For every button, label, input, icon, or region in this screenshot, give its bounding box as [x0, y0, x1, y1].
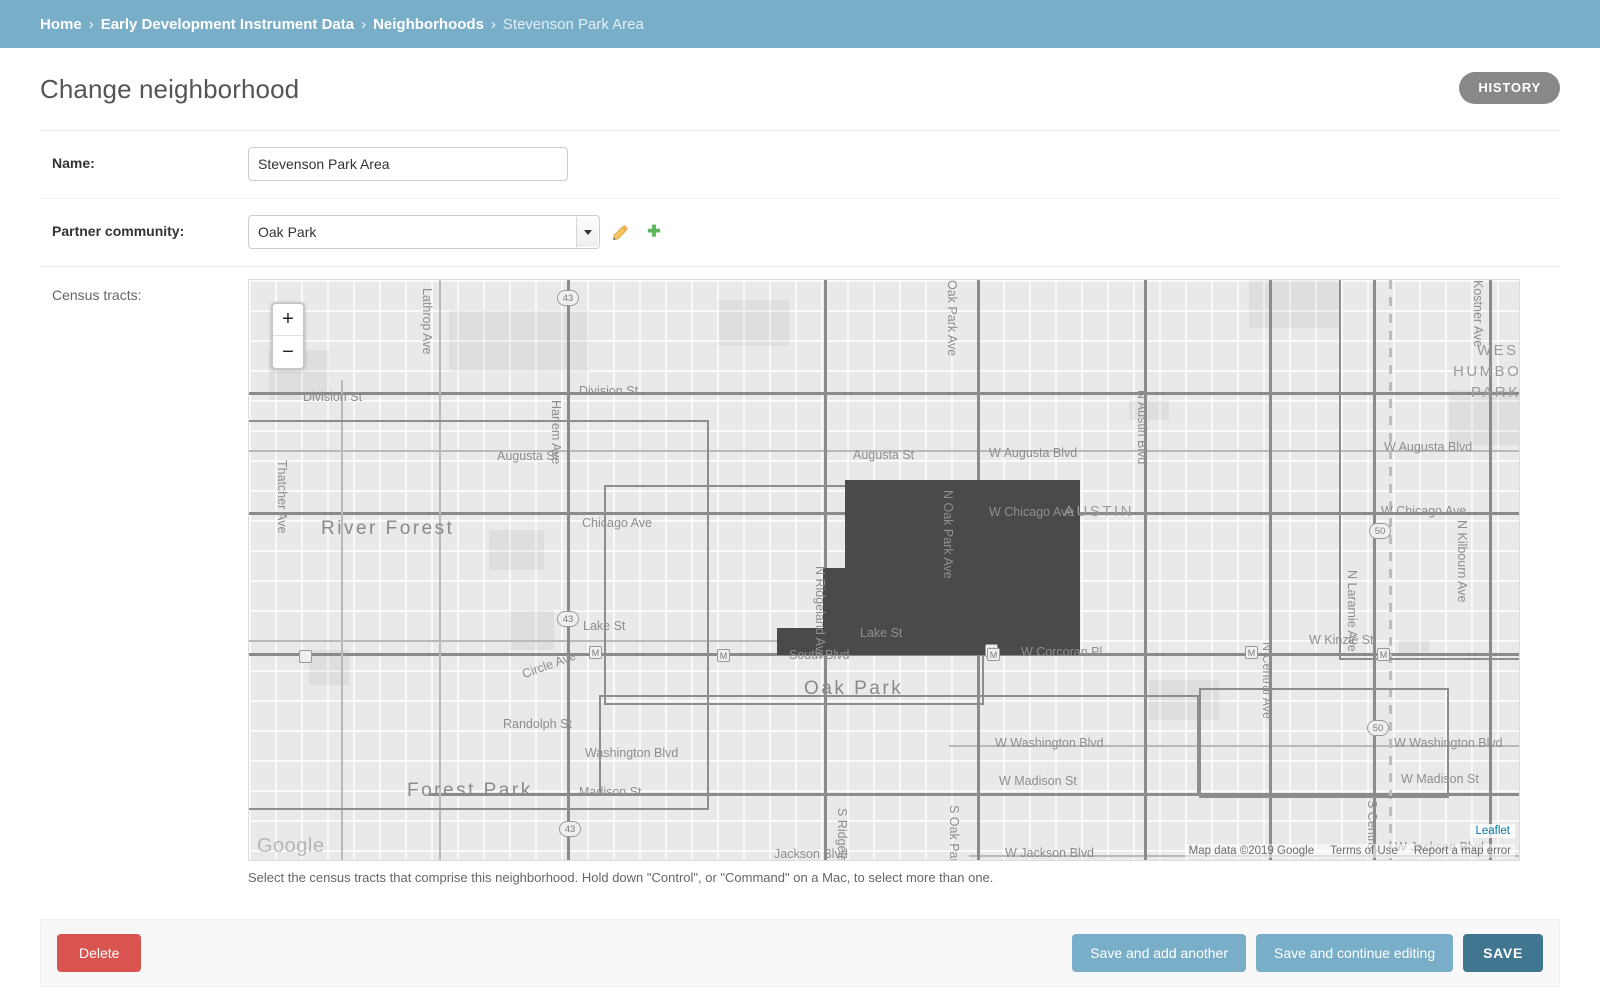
transit-station-icon: M — [987, 648, 1000, 661]
google-watermark: Google — [257, 835, 325, 857]
map-label-w-madison-st: W Madison St — [999, 774, 1077, 788]
map-label-n-central-ave: N Central Ave — [1260, 642, 1274, 719]
boundary-humboldt-park — [1339, 280, 1519, 660]
map-label-west-humboldt-1: WEST — [1477, 342, 1519, 359]
census-tracts-map[interactable]: Lathrop Ave Division St Division St That… — [248, 279, 1520, 861]
transit-station-icon: M — [717, 649, 730, 662]
breadcrumb-separator: › — [88, 15, 94, 33]
save-and-continue-editing-button[interactable]: Save and continue editing — [1255, 934, 1454, 972]
breadcrumb: Home › Early Development Instrument Data… — [0, 0, 1600, 48]
map-data-attribution: Map data ©2019 Google — [1188, 845, 1315, 857]
terms-of-use-link[interactable]: Terms of Use — [1330, 845, 1398, 857]
partner-community-select[interactable]: Oak Park — [248, 215, 600, 249]
route-shield-icon: 50 — [1369, 523, 1391, 539]
route-shield-icon: 43 — [557, 290, 579, 306]
transit-station-icon: M — [1377, 648, 1390, 661]
map-label-washington-blvd-left: Washington Blvd — [585, 746, 679, 760]
map-label-lake-st-mid: Lake St — [860, 626, 903, 640]
map-label-w-washington-blvd: W Washington Blvd — [995, 736, 1104, 750]
map-label-lake-st-left: Lake St — [583, 619, 626, 633]
map-label-w-augusta-blvd-right: W Augusta Blvd — [1384, 440, 1473, 454]
name-label: Name: — [52, 155, 95, 171]
zoom-in-button[interactable]: + — [273, 304, 303, 336]
map-label-oak-park-ave: Oak Park Ave — [945, 280, 959, 357]
partner-community-label: Partner community: — [52, 223, 185, 239]
map-label-kostner-ave: Kostner Ave — [1471, 280, 1485, 348]
map-label-division-st-left: Division St — [303, 390, 363, 404]
map-label-n-austin-blvd: N Austin Blvd — [1135, 390, 1149, 465]
submit-row: Delete Save and add another Save and con… — [40, 919, 1560, 987]
pencil-icon[interactable] — [609, 215, 633, 249]
map-label-division-st-right: Division St — [579, 384, 639, 398]
breadcrumb-separator: › — [361, 15, 367, 33]
map-label-randolph-st: Randolph St — [503, 717, 572, 731]
map-label-oak-park: Oak Park — [804, 678, 904, 699]
breadcrumb-item-current: Stevenson Park Area — [502, 15, 644, 33]
page-title: Change neighborhood — [40, 74, 300, 104]
save-button[interactable]: SAVE — [1463, 934, 1543, 972]
route-shield-icon: 43 — [559, 821, 581, 837]
census-tracts-help-text: Select the census tracts that comprise t… — [248, 870, 994, 885]
census-tracts-label: Census tracts: — [52, 287, 142, 303]
map-label-west-humboldt-2: HUMBOLDT — [1453, 363, 1520, 380]
map-label-lathrop-ave: Lathrop Ave — [420, 288, 434, 355]
change-form: Name: Partner community: Oak Park — [0, 130, 1600, 885]
map-label-s-ridgeland: S Ridgeland — [835, 808, 849, 861]
route-shield-icon: 43 — [557, 611, 579, 627]
map-label-river-forest: River Forest — [321, 518, 455, 539]
map-label-w-madison-st-right: W Madison St — [1401, 772, 1479, 786]
map-label-austin: AUSTIN — [1064, 503, 1135, 520]
history-button[interactable]: HISTORY — [1459, 72, 1560, 104]
form-row-name: Name: — [40, 130, 1560, 199]
map-label-w-kinzie-st: W Kinzie St — [1309, 633, 1374, 647]
boundary-forest-park — [599, 695, 1199, 795]
save-and-add-another-button[interactable]: Save and add another — [1072, 934, 1246, 972]
map-zoom-controls[interactable]: + − — [271, 302, 305, 370]
map-attribution: Map data ©2019 Google Terms of Use Repor… — [1184, 844, 1515, 858]
map-label-augusta-st-mid: Augusta St — [853, 448, 915, 462]
report-map-error-link[interactable]: Report a map error — [1414, 845, 1511, 857]
name-input[interactable] — [248, 147, 568, 181]
chevron-down-icon[interactable] — [576, 217, 598, 247]
map-label-ridgeland-ave: N Ridgeland Ave — [813, 566, 827, 659]
breadcrumb-item-neighborhoods[interactable]: Neighborhoods — [373, 16, 484, 33]
transit-station-icon: M — [589, 646, 602, 659]
delete-button[interactable]: Delete — [57, 934, 142, 972]
transit-station-icon — [299, 650, 312, 663]
map-label-s-oak-park-ave: S Oak Park — [947, 805, 961, 861]
map-label-w-chicago-ave-mid: W Chicago Ave — [989, 505, 1075, 519]
plus-icon[interactable] — [642, 215, 666, 249]
map-label-n-kilbourn-ave: N Kilbourn Ave — [1455, 520, 1469, 603]
zoom-out-button[interactable]: − — [273, 336, 303, 368]
map-label-harlem-ave: Harlem Ave — [549, 400, 563, 465]
transit-station-icon: M — [1245, 646, 1258, 659]
map-label-w-chicago-ave-right: W Chicago Ave — [1381, 504, 1467, 518]
map-label-madison-st: Madison St — [579, 785, 642, 799]
map-label-w-corcoran-pl: W Corcoran Pl — [1021, 645, 1103, 659]
map-label-west-humboldt-3: PARK — [1471, 384, 1520, 401]
map-label-chicago-ave: Chicago Ave — [582, 516, 652, 530]
breadcrumb-separator: › — [490, 15, 496, 33]
map-label-thatcher-ave: Thatcher Ave — [275, 460, 289, 534]
map-label-w-washington-blvd-right: W Washington Blvd — [1394, 736, 1503, 750]
partner-community-selected-value: Oak Park — [258, 224, 317, 240]
map-label-forest-park: Forest Park — [407, 780, 533, 801]
map-label-n-oak-park-ave: N Oak Park Ave — [941, 490, 955, 579]
leaflet-attribution-link[interactable]: Leaflet — [1470, 824, 1515, 838]
route-shield-icon: 50 — [1367, 720, 1389, 736]
breadcrumb-item-home[interactable]: Home — [40, 16, 82, 33]
form-row-partner-community: Partner community: Oak Park — [40, 199, 1560, 267]
page-header: Change neighborhood HISTORY — [0, 48, 1600, 105]
map-label-w-jackson-blvd: W Jackson Blvd — [1005, 846, 1094, 860]
map-label-south-blvd: South Blvd — [789, 648, 850, 662]
breadcrumb-item-edi-data[interactable]: Early Development Instrument Data — [101, 16, 354, 33]
map-label-w-augusta-blvd-mid: W Augusta Blvd — [989, 446, 1078, 460]
form-row-census-tracts: Census tracts: Lathrop Ave Division St D… — [40, 267, 1560, 885]
